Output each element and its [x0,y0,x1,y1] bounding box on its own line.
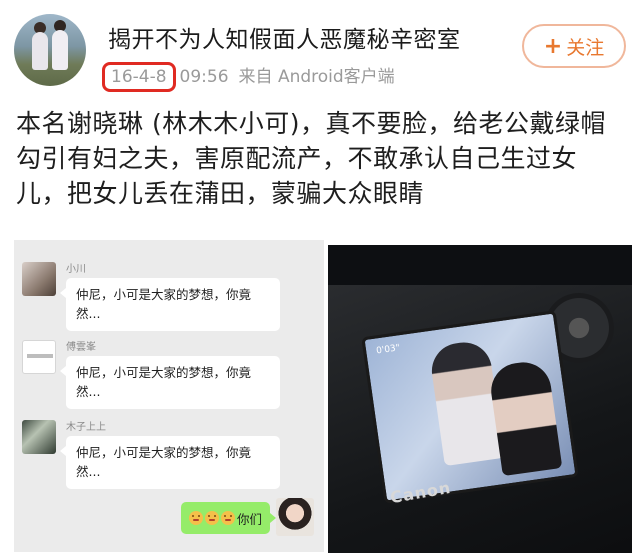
chat-bubble: 仲尼，小可是大家的梦想，你竟然... [60,356,280,409]
smiley-emoji-icon [188,511,203,525]
chat-screenshot-image[interactable]: 小川 仲尼，小可是大家的梦想，你竟然... 傅雲峯 仲尼，小可是大家的梦想，你竟… [14,240,324,552]
my-chat-bubble: 你们 [180,502,277,534]
post-text: 本名谢晓琳 (林木木小可)，真不要脸，给老公戴绿帽勾引有妇之夫，害原配流产，不敢… [16,109,606,208]
post-date-highlight: 16-4-8 [102,62,176,92]
plus-icon: + [543,33,563,59]
user-avatar[interactable] [14,14,86,86]
my-chat-avatar [276,498,314,536]
smiley-emoji-icon [220,511,235,525]
post-source: 来自 Android客户端 [238,67,395,87]
chat-avatar [22,340,56,374]
chat-avatar [22,420,56,454]
post-time: 09:56 [179,67,229,87]
chat-sender-name: 小川 [66,264,86,275]
follow-label: 关注 [566,36,605,59]
avatar-figure-body [32,32,48,70]
avatar-figure-body [52,30,68,70]
post-date: 16-4-8 [111,67,167,87]
chat-bubble: 仲尼，小可是大家的梦想，你竟然... [60,436,280,489]
my-chat-message: 你们 [174,498,314,536]
chat-sender-name: 木子上上 [66,422,106,433]
camera-hud-text: 0'03" [375,343,401,357]
camera-photo-image[interactable]: 0'03" Canon [328,245,632,553]
camera-screen: 0'03" [361,310,579,504]
post-meta: 16-4-8 09:56 来自 Android客户端 [102,62,395,92]
chat-sender-name: 傅雲峯 [66,342,96,353]
username[interactable]: 揭开不为人知假面人恶魔秘辛密室 [108,20,461,54]
follow-button[interactable]: + 关注 [522,24,626,68]
my-chat-text: 你们 [236,511,262,527]
chat-bubble: 仲尼，小可是大家的梦想，你竟然... [60,278,280,331]
smiley-emoji-icon [204,511,219,525]
chat-avatar [22,262,56,296]
